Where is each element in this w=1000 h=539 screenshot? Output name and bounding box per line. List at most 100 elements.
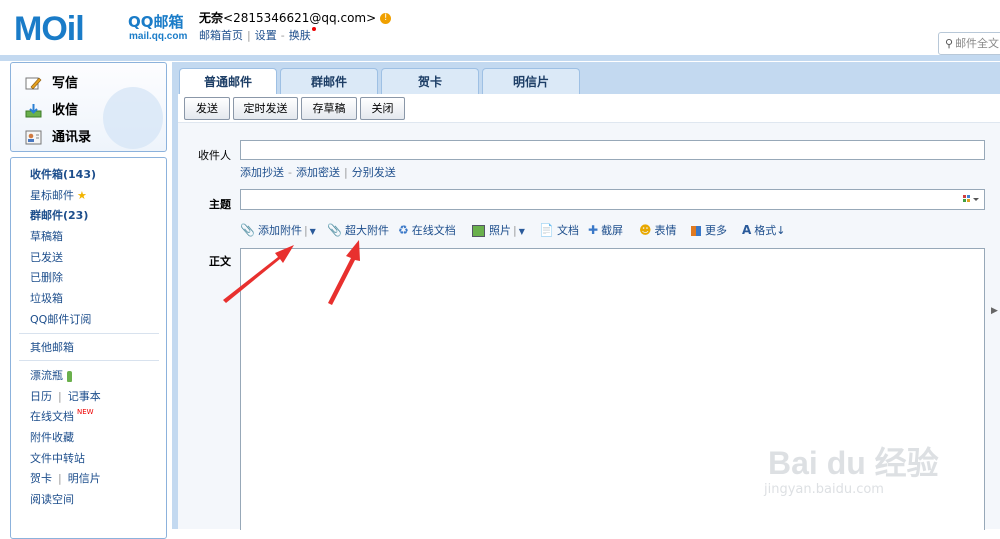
greeting-card-link[interactable]: 贺卡 bbox=[30, 472, 52, 485]
document-button[interactable]: 📄 文档 bbox=[539, 222, 579, 238]
settings-link[interactable]: 设置 bbox=[255, 29, 277, 42]
more-button[interactable]: 更多 bbox=[691, 222, 727, 238]
screenshot-button[interactable]: ✚ 截屏 bbox=[588, 222, 623, 238]
recipient-label: 收件人 bbox=[198, 149, 231, 162]
attachment-collection-link[interactable]: 附件收藏 bbox=[30, 429, 74, 445]
folder-spam[interactable]: 垃圾箱 bbox=[30, 290, 63, 306]
compose-button[interactable]: 写信 bbox=[25, 72, 78, 91]
folder-inbox[interactable]: 收件箱(143) bbox=[30, 166, 96, 182]
send-button[interactable]: 发送 bbox=[184, 97, 230, 120]
change-skin-link[interactable]: 换肤 bbox=[289, 29, 311, 42]
warning-icon[interactable]: ! bbox=[380, 13, 392, 24]
bottle-icon bbox=[67, 370, 72, 382]
save-draft-button[interactable]: 存草稿 bbox=[301, 97, 357, 120]
subject-label: 主题 bbox=[209, 198, 231, 211]
annotation-arrows bbox=[223, 240, 360, 305]
screenshot-label: 截屏 bbox=[601, 224, 624, 237]
search-placeholder: 邮件全文 bbox=[955, 37, 1000, 50]
postcard-link[interactable]: 明信片 bbox=[68, 472, 101, 485]
chevron-down-icon[interactable]: ▼ bbox=[519, 227, 525, 236]
add-bcc-link[interactable]: 添加密送 bbox=[296, 166, 340, 179]
folder-subscriptions[interactable]: QQ邮件订阅 bbox=[30, 311, 91, 327]
send-separately-link[interactable]: 分别发送 bbox=[352, 166, 396, 179]
new-badge: NEW bbox=[77, 408, 94, 416]
contacts-button[interactable]: 通讯录 bbox=[25, 126, 91, 145]
other-mailbox-link[interactable]: 其他邮箱 bbox=[30, 339, 74, 355]
baidu-jingyan-watermark: Bai du 经验 jingyan.baidu.com bbox=[760, 420, 960, 510]
tab-normal-mail[interactable]: 普通邮件 bbox=[179, 68, 277, 95]
format-label: 格式 bbox=[754, 224, 777, 237]
file-transfer-link[interactable]: 文件中转站 bbox=[30, 450, 85, 466]
divider: - bbox=[280, 29, 285, 42]
font-format-icon: A bbox=[742, 223, 752, 237]
qq-penguin-decoration-icon bbox=[103, 87, 163, 149]
red-arrow-add-attachment bbox=[223, 245, 294, 303]
more-label: 更多 bbox=[705, 224, 727, 237]
receive-button[interactable]: 收信 bbox=[25, 99, 78, 118]
divider: - bbox=[288, 166, 292, 179]
format-toggle-icon: ↓ bbox=[776, 224, 786, 237]
photo-label: 照片 bbox=[489, 224, 511, 237]
star-icon: ★ bbox=[77, 189, 87, 202]
chevron-down-icon[interactable]: ▼ bbox=[310, 227, 316, 236]
folder-navigation: 收件箱(143) 星标邮件 ★ 群邮件(23) 草稿箱 已发送 已删除 垃圾箱 Q… bbox=[10, 157, 167, 539]
photo-button[interactable]: 照片 | ▼ bbox=[472, 222, 525, 238]
emoticon-button[interactable]: ☻ 表情 bbox=[639, 222, 677, 238]
recipient-input[interactable] bbox=[240, 140, 985, 160]
online-docs-label: 在线文档 bbox=[30, 410, 74, 423]
expand-panel-arrow-icon[interactable]: ▶ bbox=[991, 306, 998, 316]
drift-bottle-link[interactable]: 漂流瓶 bbox=[30, 367, 72, 383]
tab-postcard[interactable]: 明信片 bbox=[482, 68, 580, 95]
calendar-notepad-links: 日历 | 记事本 bbox=[30, 388, 101, 404]
online-docs-link[interactable]: 在线文档 NEW bbox=[30, 408, 94, 424]
tab-group-mail[interactable]: 群邮件 bbox=[280, 68, 378, 95]
notification-dot-icon bbox=[311, 27, 316, 31]
cc-links: 添加抄送 - 添加密送 | 分别发送 bbox=[240, 164, 396, 180]
mail-search-input[interactable]: ⚲ 邮件全文 bbox=[938, 32, 1000, 55]
scheduled-send-button[interactable]: 定时发送 bbox=[233, 97, 298, 120]
paperclip-orange-icon: 📎 bbox=[327, 223, 342, 237]
subject-input[interactable] bbox=[240, 189, 985, 210]
subject-style-picker-icon[interactable] bbox=[962, 194, 980, 205]
online-doc-button[interactable]: ♻ 在线文档 bbox=[398, 222, 456, 238]
divider: | bbox=[58, 472, 62, 485]
notepad-link[interactable]: 记事本 bbox=[68, 390, 101, 403]
search-icon: ⚲ bbox=[945, 37, 954, 50]
document-label: 文档 bbox=[556, 224, 579, 237]
divider: | bbox=[343, 166, 348, 179]
divider bbox=[19, 360, 159, 361]
recycle-doc-icon: ♻ bbox=[398, 223, 409, 237]
tab-greeting-card[interactable]: 贺卡 bbox=[381, 68, 479, 95]
smiley-icon: ☻ bbox=[639, 223, 652, 237]
folder-drafts[interactable]: 草稿箱 bbox=[30, 228, 63, 244]
document-icon: 📄 bbox=[539, 223, 554, 237]
folder-starred[interactable]: 星标邮件 ★ bbox=[30, 187, 87, 203]
folder-group-mail[interactable]: 群邮件(23) bbox=[30, 207, 88, 223]
folder-starred-label: 星标邮件 bbox=[30, 189, 74, 202]
add-cc-link[interactable]: 添加抄送 bbox=[240, 166, 284, 179]
paperclip-icon: 📎 bbox=[240, 223, 255, 237]
receive-label: 收信 bbox=[52, 103, 79, 118]
divider: | bbox=[513, 224, 517, 237]
more-grid-icon bbox=[691, 226, 701, 236]
close-button[interactable]: 关闭 bbox=[360, 97, 405, 120]
watermark-brand: Bai du 经验 bbox=[768, 445, 939, 481]
screenshot-icon: ✚ bbox=[588, 223, 599, 237]
quick-actions-panel: 写信 收信 通讯录 bbox=[10, 62, 167, 152]
qq-mail-logo[interactable]: MOil QQ邮箱 mail.qq.com bbox=[14, 8, 188, 48]
mailbox-home-link[interactable]: 邮箱首页 bbox=[199, 29, 243, 42]
folder-deleted[interactable]: 已删除 bbox=[30, 269, 63, 285]
address-book-icon bbox=[25, 130, 42, 145]
online-doc-label: 在线文档 bbox=[411, 224, 456, 237]
logo-mail-text: MOil bbox=[14, 10, 85, 48]
divider bbox=[19, 333, 159, 334]
folder-sent[interactable]: 已发送 bbox=[30, 249, 63, 265]
calendar-link[interactable]: 日历 bbox=[30, 390, 52, 403]
logo-domain-text: mail.qq.com bbox=[129, 31, 188, 42]
reading-space-link[interactable]: 阅读空间 bbox=[30, 491, 74, 507]
watermark-url: jingyan.baidu.com bbox=[764, 482, 884, 497]
user-name: 无奈 bbox=[199, 11, 224, 25]
format-button[interactable]: A 格式↓ bbox=[742, 222, 786, 238]
contacts-label: 通讯录 bbox=[52, 130, 92, 145]
compose-label: 写信 bbox=[52, 76, 79, 91]
